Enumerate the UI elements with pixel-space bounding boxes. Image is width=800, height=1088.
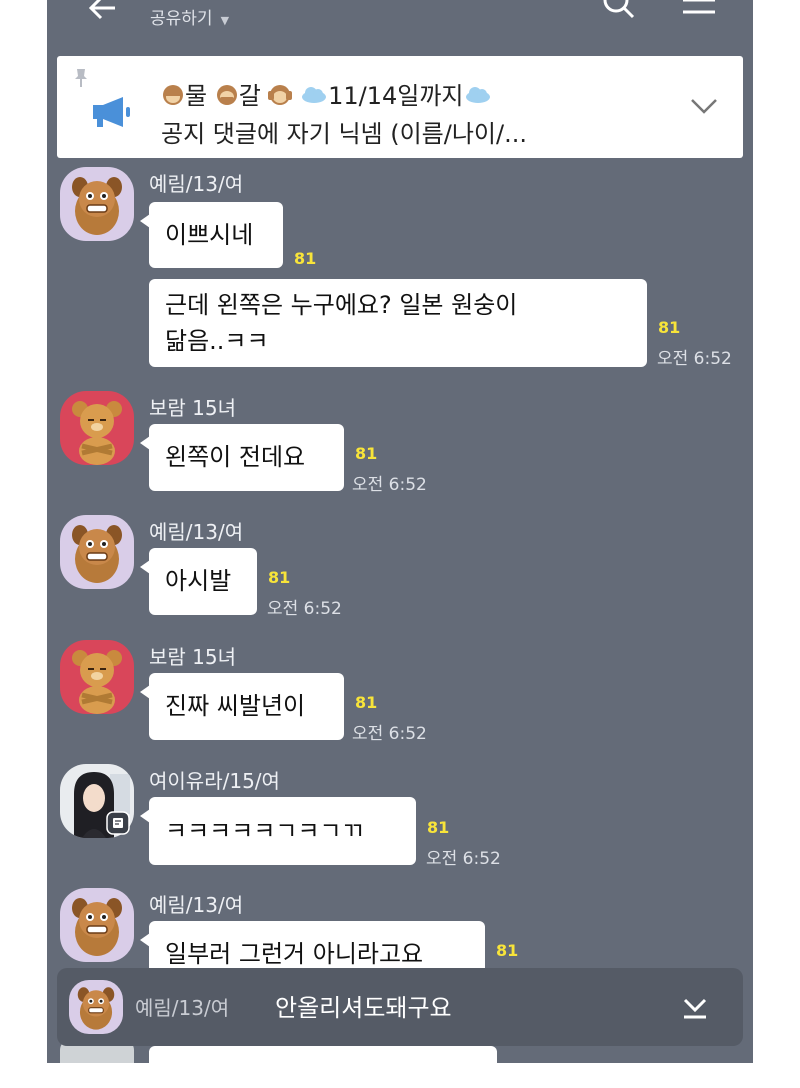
unread-count: 81 (496, 941, 519, 960)
share-menu[interactable]: 공유하기 ▼ (150, 4, 229, 29)
unread-count: 81 (658, 318, 681, 337)
message-bubble[interactable]: 이쁘시네 (140, 202, 283, 268)
message-bubble[interactable]: 근데 왼쪽은 누구에요? 일본 원숭이 닮음..ㅋㅋ (149, 279, 647, 367)
chat-badge-icon (106, 811, 130, 835)
avatar-boram[interactable] (60, 391, 134, 465)
message-bubble-partial (149, 1046, 497, 1063)
preview-text: 안올리셔도돼구요 (275, 994, 452, 1022)
message-bubble[interactable]: ㅋㅋㅋㅋㅋㄱㅋㄱㄲ (140, 797, 416, 865)
notice-body: 공지 댓글에 자기 닉넴 (이름/나이/... (161, 120, 527, 148)
top-bar: 공유하기 ▼ (47, 0, 753, 50)
dog-character-avatar (60, 515, 134, 589)
dog-character-avatar (60, 167, 134, 241)
dog-character-avatar (69, 980, 123, 1034)
preview-sender: 예림/13/여 (135, 996, 230, 1020)
sender-name: 예림/13/여 (149, 172, 244, 196)
bear-character-avatar (60, 391, 134, 465)
notice-word-2: 갈 (238, 82, 261, 110)
unread-count: 81 (294, 249, 317, 268)
hear-no-evil-monkey-icon (268, 85, 293, 105)
timestamp: 오전 6:52 (352, 475, 427, 495)
chat-window: 공유하기 ▼ 물 갈 11/14일까지 공지 댓글에 자기 닉넴 (이름/나이/.… (47, 0, 753, 1063)
message-bubble[interactable]: 진짜 씨발년이 (140, 673, 344, 740)
caret-down-icon: ▼ (220, 14, 230, 27)
unread-count: 81 (355, 693, 378, 712)
message-bubble[interactable]: 아시발 (140, 548, 257, 615)
notice-word-1: 물 (185, 82, 208, 110)
see-no-evil-monkey-icon (163, 85, 183, 105)
notice-deadline: 11/14일까지 (328, 82, 464, 110)
message-line: 닮음..ㅋㅋ (165, 327, 269, 355)
cloud-icon (465, 87, 490, 103)
sender-name: 보람 15녀 (149, 645, 237, 669)
timestamp: 오전 6:52 (352, 724, 427, 744)
avatar-boram[interactable] (60, 640, 134, 714)
speak-no-evil-monkey-icon (216, 85, 237, 105)
avatar-yerim[interactable] (60, 888, 134, 962)
pin-icon (75, 69, 87, 87)
message-bubble[interactable]: 왼쪽이 전데요 (140, 424, 344, 491)
bear-character-avatar (60, 640, 134, 714)
message-line: 근데 왼쪽은 누구에요? 일본 원숭이 (165, 291, 518, 319)
latest-message-preview[interactable]: 예림/13/여 안올리셔도돼구요 (57, 968, 743, 1046)
sender-name: 여이유라/15/여 (149, 769, 280, 793)
notice-title: 물 갈 11/14일까지 (161, 76, 492, 111)
unread-count: 81 (355, 444, 378, 463)
search-icon[interactable] (600, 0, 640, 22)
scroll-to-bottom-icon[interactable] (681, 994, 709, 1020)
sender-name: 예림/13/여 (149, 893, 244, 917)
share-label: 공유하기 (150, 9, 213, 29)
timestamp: 오전 6:52 (267, 599, 342, 619)
timestamp: 오전 6:52 (657, 349, 732, 369)
chevron-down-icon[interactable] (689, 96, 719, 116)
avatar-yerim[interactable] (60, 167, 134, 241)
unread-count: 81 (427, 818, 450, 837)
sender-name: 보람 15녀 (149, 396, 237, 420)
sender-name: 예림/13/여 (149, 520, 244, 544)
timestamp: 오전 6:52 (426, 849, 501, 869)
unread-count: 81 (268, 568, 291, 587)
dog-character-avatar (60, 888, 134, 962)
avatar-yerim[interactable] (60, 515, 134, 589)
preview-avatar (69, 980, 123, 1034)
notice-banner[interactable]: 물 갈 11/14일까지 공지 댓글에 자기 닉넴 (이름/나이/... (57, 56, 743, 158)
cloud-icon (302, 87, 327, 103)
back-arrow-icon[interactable] (87, 0, 117, 22)
megaphone-icon (93, 97, 130, 127)
hamburger-menu-icon[interactable] (681, 0, 717, 20)
